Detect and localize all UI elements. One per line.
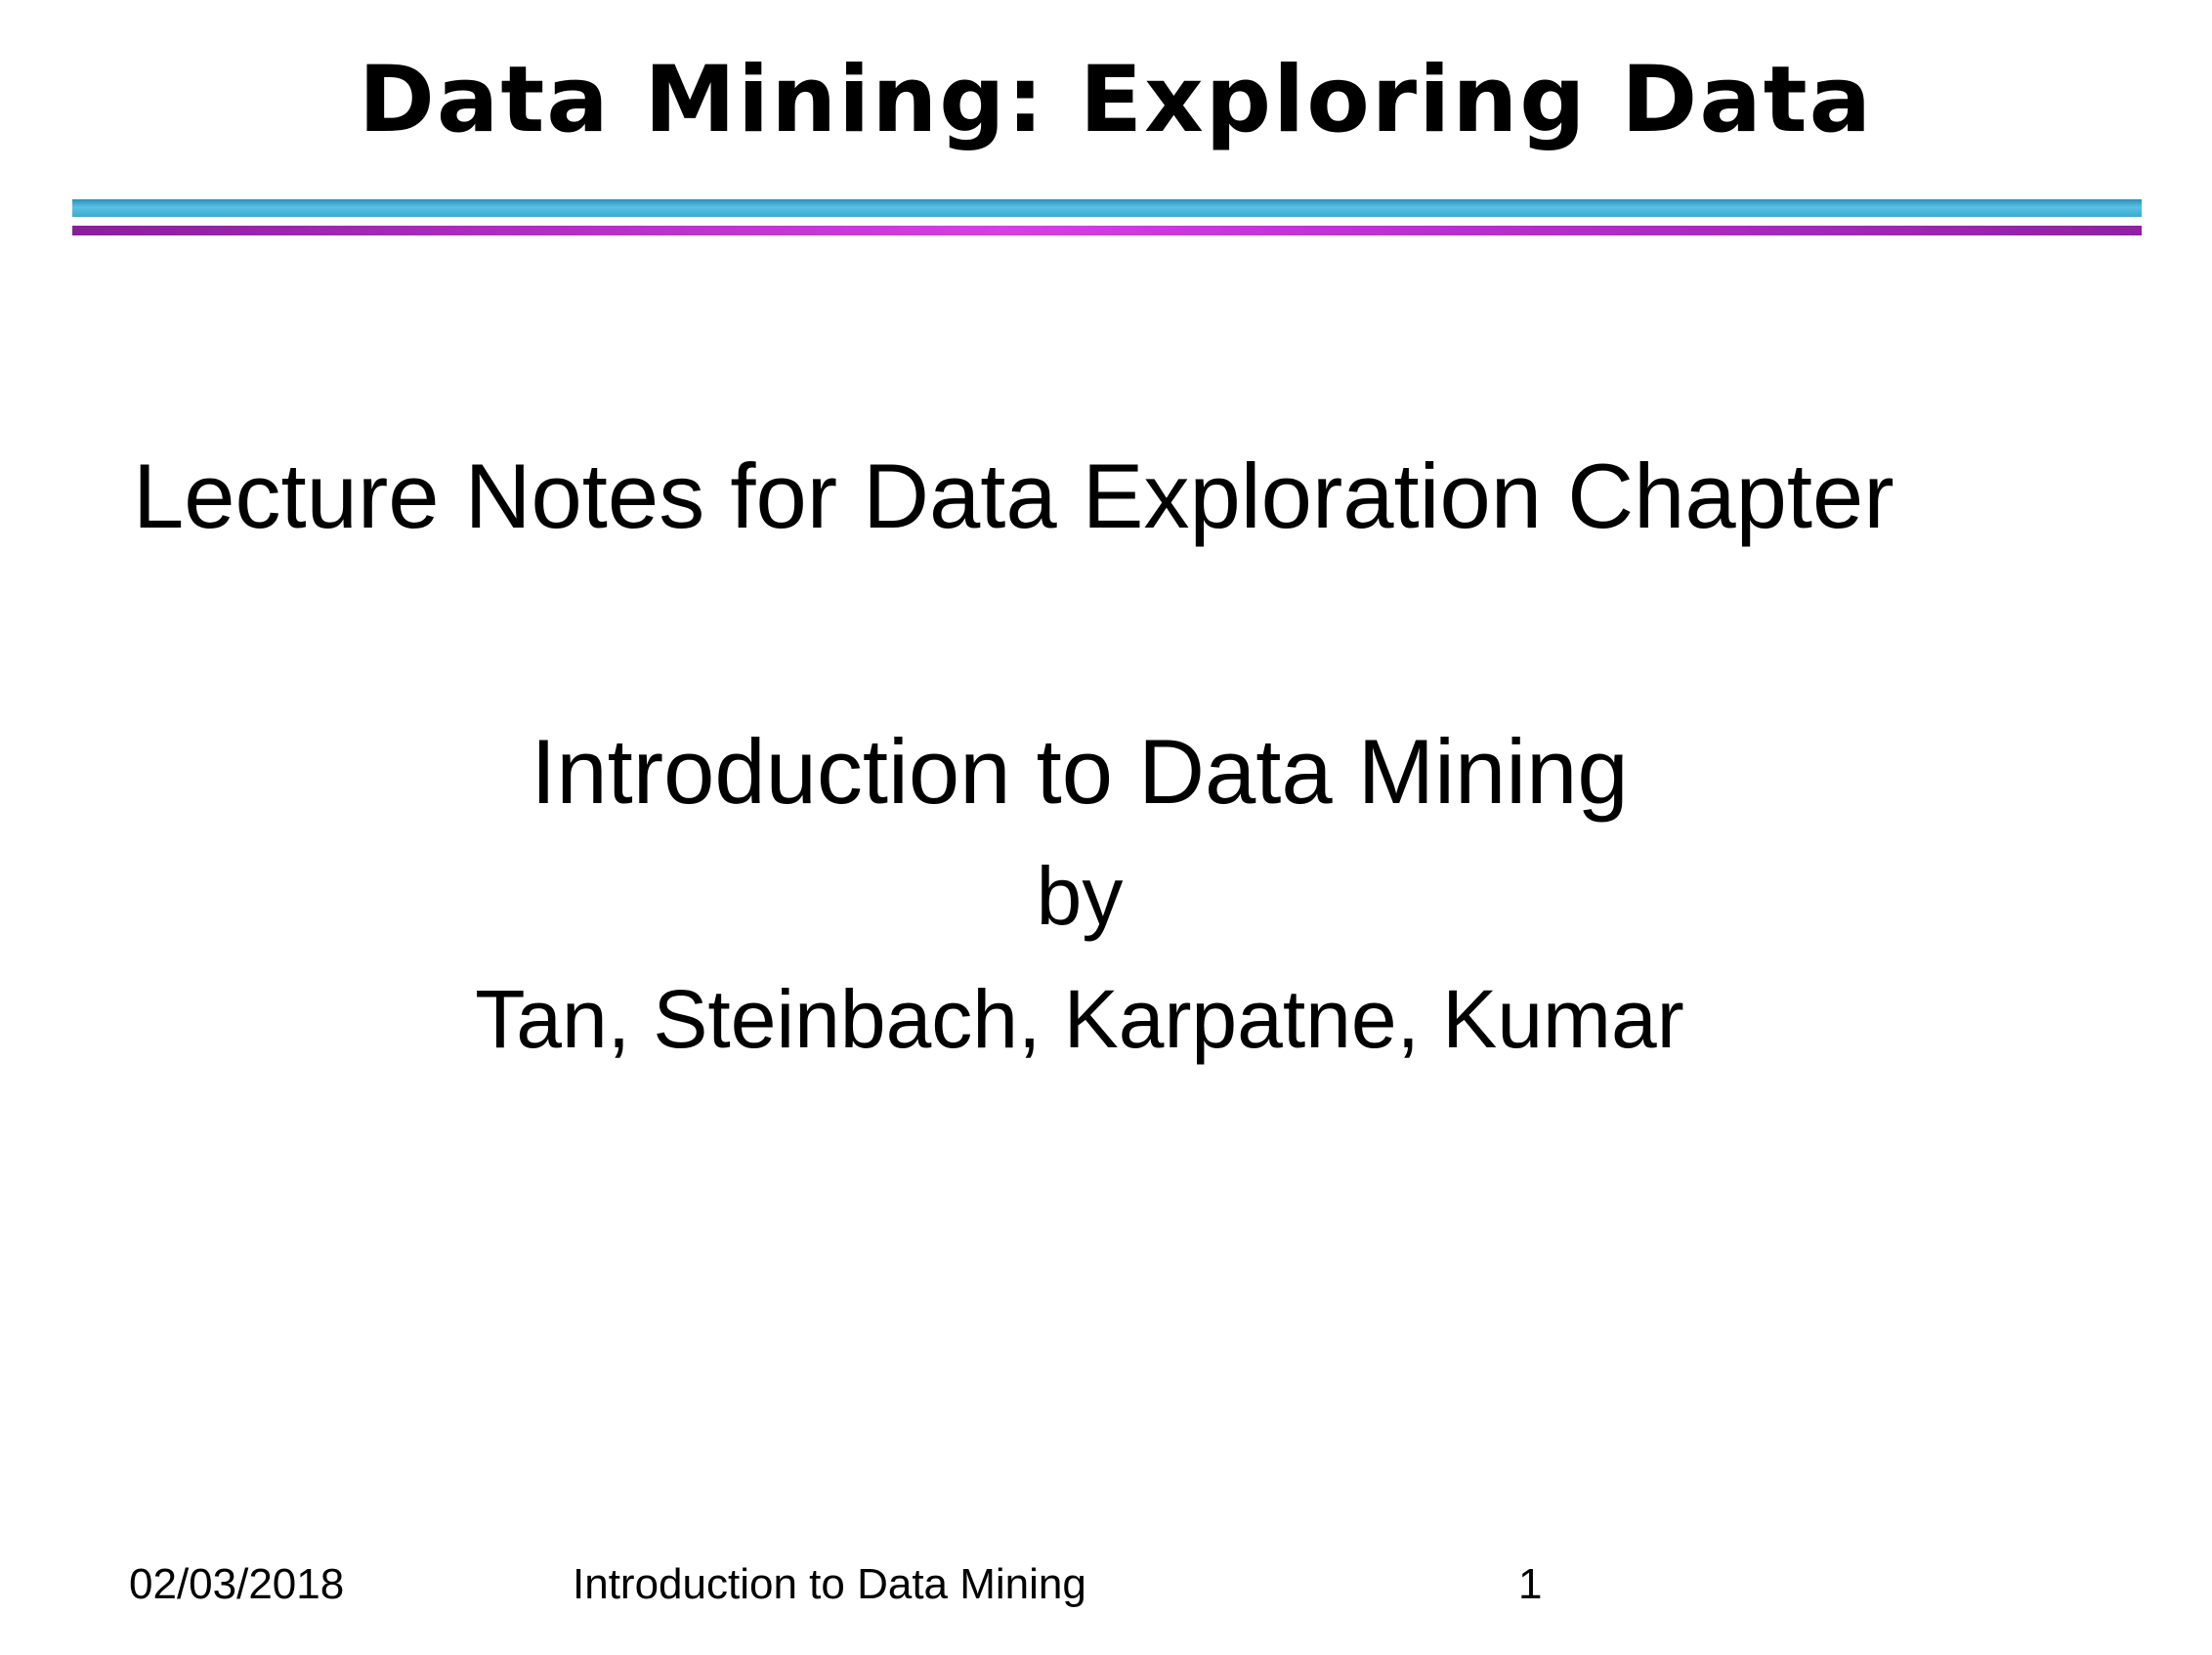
book-title: Introduction to Data Mining (531, 720, 1629, 823)
title-rule-purple (72, 226, 2142, 235)
footer-page-number: 1 (1518, 1560, 1543, 1608)
lecture-notes-text: Lecture Notes for Data Exploration Chapt… (133, 445, 1894, 547)
by-text: by (1036, 850, 1124, 942)
title-rule-gap (72, 217, 2142, 226)
slide-title: Data Mining: Exploring Data (358, 47, 1874, 153)
footer-title: Introduction to Data Mining (573, 1560, 1086, 1608)
slide: Data Mining: Exploring Data Lecture Note… (0, 0, 2212, 1655)
authors-text: Tan, Steinbach, Karpatne, Kumar (475, 973, 1684, 1065)
title-rule-blue (72, 199, 2142, 217)
footer-date: 02/03/2018 (129, 1560, 345, 1608)
